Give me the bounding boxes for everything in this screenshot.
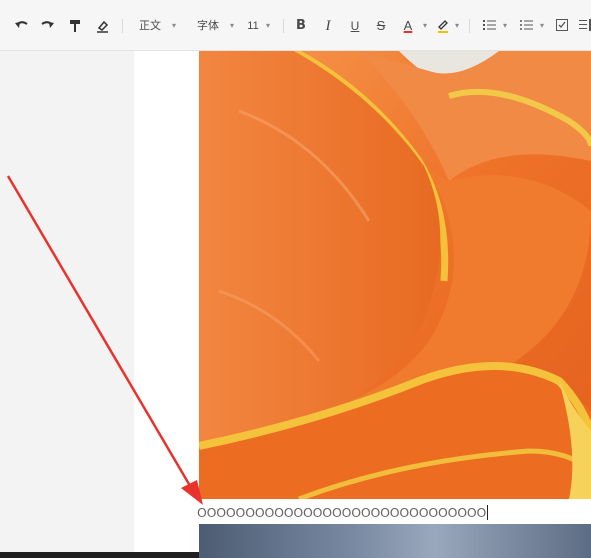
chevron-down-icon[interactable]: ▾ xyxy=(266,16,270,36)
text-cursor xyxy=(487,505,489,520)
text-color-button[interactable]: A xyxy=(402,16,414,36)
insert-icon[interactable] xyxy=(578,16,591,36)
highlight-icon[interactable] xyxy=(436,16,450,36)
ordered-list-icon[interactable] xyxy=(482,16,496,36)
paint-format-icon[interactable] xyxy=(68,16,82,36)
chevron-down-icon[interactable]: ▾ xyxy=(455,16,459,36)
toolbar: 正文 ▾ 字体 ▾ 11 ▾ B I U S A ▾ ▾ ▾ ▾ xyxy=(0,0,591,51)
left-margin-pane xyxy=(0,51,134,558)
font-size-select[interactable]: 11 xyxy=(246,16,260,36)
italic-button[interactable]: I xyxy=(322,16,334,36)
undo-icon[interactable] xyxy=(13,16,31,36)
chevron-down-icon[interactable]: ▾ xyxy=(423,16,427,36)
bullet-list-icon[interactable] xyxy=(519,16,533,36)
bottom-border xyxy=(0,552,199,558)
inserted-photo-petals[interactable] xyxy=(199,51,591,499)
divider xyxy=(283,19,284,33)
divider xyxy=(122,19,123,33)
strikethrough-button[interactable]: S xyxy=(375,16,387,36)
font-select[interactable]: 字体 xyxy=(196,16,220,36)
divider xyxy=(469,19,470,33)
chevron-down-icon[interactable]: ▾ xyxy=(540,16,544,36)
checklist-icon[interactable] xyxy=(555,16,569,36)
chevron-down-icon[interactable]: ▾ xyxy=(172,16,176,36)
chevron-down-icon[interactable]: ▾ xyxy=(230,16,234,36)
chevron-down-icon[interactable]: ▾ xyxy=(503,16,507,36)
second-photo[interactable] xyxy=(199,524,591,558)
bold-button[interactable]: B xyxy=(294,16,308,36)
document-text-line[interactable]: OOOOOOOOOOOOOOOOOOOOOOOOOOOOOO xyxy=(197,504,489,522)
underline-button[interactable]: U xyxy=(349,16,361,36)
redo-icon[interactable] xyxy=(38,16,56,36)
typed-text: OOOOOOOOOOOOOOOOOOOOOOOOOOOOOO xyxy=(197,505,487,520)
clear-format-icon[interactable] xyxy=(94,16,110,36)
style-select[interactable]: 正文 xyxy=(138,16,162,36)
